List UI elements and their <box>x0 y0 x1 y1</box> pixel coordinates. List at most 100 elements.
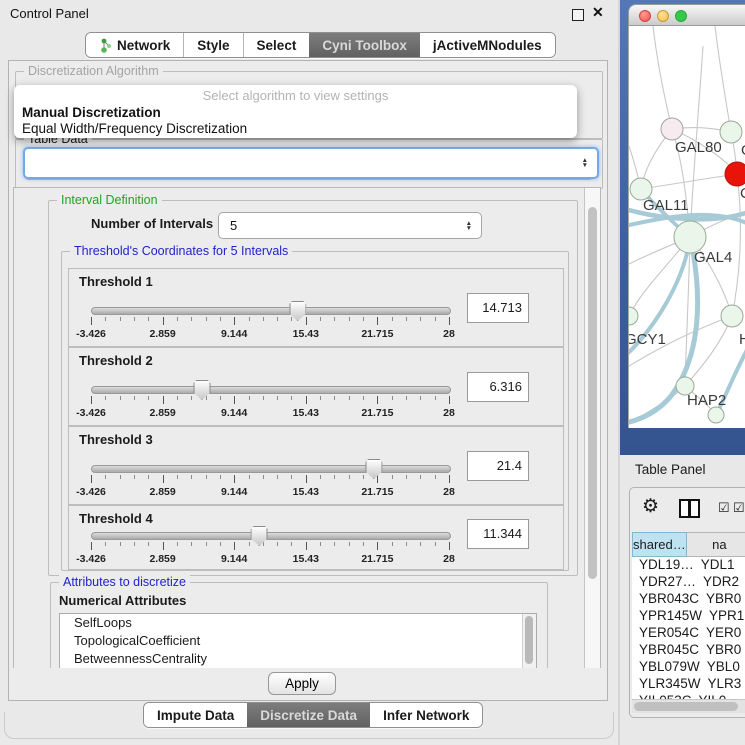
slider-tick-label: 2.859 <box>149 328 175 340</box>
threshold-label: Threshold 1 <box>79 274 153 289</box>
attribute-item-selfloops[interactable]: SelfLoops <box>60 614 536 632</box>
slider-track[interactable] <box>91 386 451 394</box>
float-window-icon[interactable] <box>572 9 584 21</box>
table-column-header[interactable]: shared… <box>632 532 687 557</box>
threshold-value-field[interactable]: 11.344 <box>467 519 529 549</box>
table-cell[interactable]: YBR045C <box>632 642 699 659</box>
network-node[interactable] <box>708 407 724 423</box>
network-node[interactable] <box>725 162 745 186</box>
table-row[interactable]: YDL19…YDL1 <box>632 557 745 574</box>
minimize-window-icon[interactable] <box>657 10 669 22</box>
slider-track[interactable] <box>91 465 451 473</box>
zoom-window-icon[interactable] <box>675 10 687 22</box>
gear-icon[interactable]: ⚙ <box>642 495 659 518</box>
network-node[interactable] <box>721 305 743 327</box>
slider-tick <box>277 475 278 479</box>
slider-tick <box>163 396 164 404</box>
slider-tick <box>105 317 106 321</box>
slider-tick <box>406 317 407 321</box>
table-row[interactable]: YBR043CYBR0 <box>632 591 745 608</box>
apply-button[interactable]: Apply <box>268 672 336 695</box>
slider-tick-label: 15.43 <box>293 407 319 419</box>
tab-cyni-toolbox[interactable]: Cyni Toolbox <box>309 33 420 57</box>
tab-network[interactable]: Network <box>86 33 183 57</box>
tab-impute-data[interactable]: Impute Data <box>144 703 247 727</box>
numerical-attributes-list: SelfLoopsTopologicalCoefficientBetweenne… <box>59 613 537 669</box>
table-row[interactable]: YPR145WYPR1 <box>632 608 745 625</box>
table-cell[interactable]: YPR1 <box>702 608 745 625</box>
network-node[interactable] <box>628 307 638 325</box>
table-column-header[interactable]: na <box>687 532 745 557</box>
threshold-value-field[interactable]: 21.4 <box>467 451 529 481</box>
slider-track[interactable] <box>91 307 451 315</box>
slider-tick <box>334 542 335 546</box>
threshold-value-field[interactable]: 14.713 <box>467 293 529 323</box>
table-cell[interactable]: YLR345W <box>632 676 701 693</box>
slider-track[interactable] <box>91 532 451 540</box>
close-window-icon[interactable] <box>639 10 651 22</box>
network-node[interactable] <box>661 118 683 140</box>
algorithm-option-equal-width-frequency-discretization[interactable]: Equal Width/Frequency Discretization <box>14 120 577 136</box>
tab-jactivemnodules[interactable]: jActiveMNodules <box>420 33 555 57</box>
tab-label: Network <box>117 38 170 53</box>
tab-infer-network[interactable]: Infer Network <box>370 703 482 727</box>
table-row[interactable]: YBR045CYBR0 <box>632 642 745 659</box>
table-horizontal-scrollbar[interactable] <box>632 699 745 713</box>
table-row[interactable]: YDR27…YDR2 <box>632 574 745 591</box>
slider-thumb[interactable] <box>251 526 268 546</box>
threshold-value-field[interactable]: 6.316 <box>467 372 529 402</box>
network-canvas[interactable]: GAL80GCGAL11GAL4GCY1HHAP2 <box>628 26 745 428</box>
table-cell[interactable]: YBL0 <box>700 659 745 676</box>
table-cell[interactable]: YBR043C <box>632 591 699 608</box>
slider-thumb[interactable] <box>365 459 382 479</box>
table-cell[interactable]: YDL1 <box>694 557 745 574</box>
tab-select[interactable]: Select <box>243 33 310 57</box>
table-cell[interactable]: YDR27… <box>632 574 696 591</box>
split-columns-icon[interactable] <box>679 499 700 518</box>
table-row[interactable]: YER054CYER0 <box>632 625 745 642</box>
table-cell[interactable]: YER0 <box>699 625 745 642</box>
slider-tick <box>320 475 321 479</box>
select-all-checkbox-icon[interactable]: ☑ <box>733 500 745 516</box>
slider-tick <box>134 317 135 321</box>
table-cell[interactable]: YBR0 <box>699 591 745 608</box>
slider-tick <box>334 475 335 479</box>
algorithm-combobox[interactable]: ▲▼ <box>23 147 599 179</box>
table-cell[interactable]: YPR145W <box>632 608 702 625</box>
table-cell[interactable]: YBL079W <box>632 659 700 676</box>
table-cell[interactable]: YBR0 <box>699 642 745 659</box>
attribute-item-betweennesscentrality[interactable]: BetweennessCentrality <box>60 650 536 668</box>
network-node-label: GAL80 <box>675 139 722 156</box>
bottom-tab-bar: Impute DataDiscretize DataInfer Network <box>143 702 483 728</box>
attributes-list-scrollbar[interactable] <box>522 614 536 668</box>
threshold-slider[interactable]: -3.4262.8599.14415.4321.71528 <box>91 528 449 568</box>
settings-vertical-scrollbar[interactable] <box>584 188 600 669</box>
table-cell[interactable]: YDR2 <box>696 574 745 591</box>
attribute-item-topologicalcoefficient[interactable]: TopologicalCoefficient <box>60 632 536 650</box>
slider-tick-label: 28 <box>443 486 455 498</box>
tab-label: Select <box>257 38 297 53</box>
close-icon[interactable]: ✕ <box>592 4 604 21</box>
slider-thumb[interactable] <box>193 380 210 400</box>
table-cell[interactable]: YER054C <box>632 625 699 642</box>
tab-discretize-data[interactable]: Discretize Data <box>247 703 370 727</box>
table-row[interactable]: YBL079WYBL0 <box>632 659 745 676</box>
table-cell[interactable]: YDL19… <box>632 557 694 574</box>
algorithm-option-manual-discretization[interactable]: Manual Discretization <box>14 104 577 120</box>
table-row[interactable]: YLR345WYLR3 <box>632 676 745 693</box>
slider-tick <box>120 542 121 546</box>
table-cell[interactable]: YLR3 <box>701 676 745 693</box>
select-checkbox-icon[interactable]: ☑ <box>718 500 730 516</box>
slider-tick <box>334 317 335 321</box>
slider-tick <box>163 475 164 483</box>
slider-tick <box>177 317 178 321</box>
number-of-intervals-combobox[interactable]: 5 ▲▼ <box>218 212 482 239</box>
threshold-slider[interactable]: -3.4262.8599.14415.4321.71528 <box>91 303 449 343</box>
thresholds-group-title: Threshold's Coordinates for 5 Intervals <box>70 244 292 258</box>
threshold-slider[interactable]: -3.4262.8599.14415.4321.71528 <box>91 382 449 422</box>
tab-style[interactable]: Style <box>183 33 242 57</box>
network-node[interactable] <box>720 121 742 143</box>
threshold-slider[interactable]: -3.4262.8599.14415.4321.71528 <box>91 461 449 501</box>
slider-tick <box>291 317 292 321</box>
right-panel: GAL80GCGAL11GAL4GCY1HHAP2 Table Panel ⚙ … <box>620 0 745 745</box>
